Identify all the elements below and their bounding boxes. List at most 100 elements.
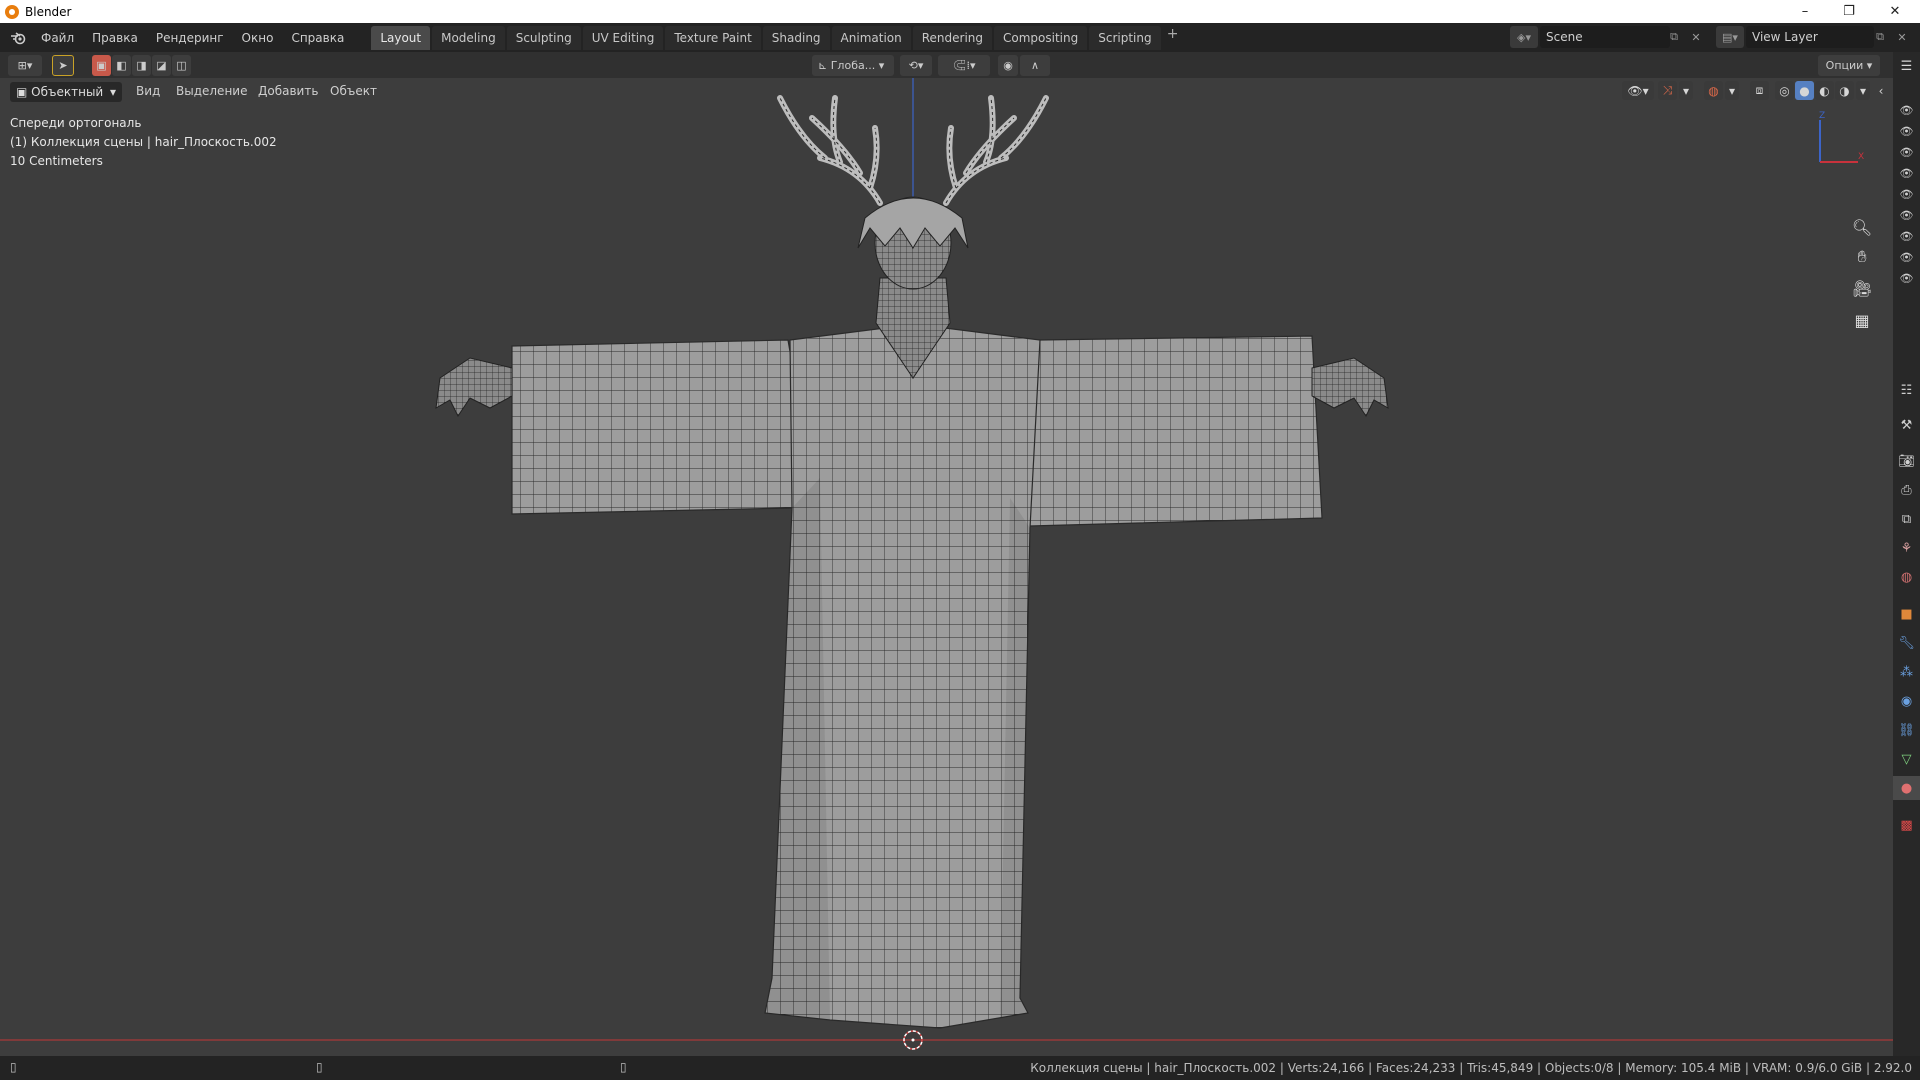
mode-label: Объектный <box>31 85 104 99</box>
visibility-selectability-icon[interactable]: 👁︎▾ <box>1622 81 1654 100</box>
menu-view[interactable]: Вид <box>136 84 160 98</box>
output-properties-icon[interactable]: ⎙ <box>1893 478 1920 502</box>
solid-shading-icon[interactable]: ● <box>1795 81 1814 100</box>
material-properties-icon[interactable]: ● <box>1893 776 1920 800</box>
maximize-button[interactable]: ❐ <box>1826 0 1872 23</box>
tab-shading[interactable]: Shading <box>762 25 830 50</box>
data-properties-icon[interactable]: ▽ <box>1893 747 1920 771</box>
tab-uv-editing[interactable]: UV Editing <box>582 25 664 50</box>
tab-compositing[interactable]: Compositing <box>994 25 1088 50</box>
rendered-shading-icon[interactable]: ◑ <box>1835 81 1854 100</box>
window-titlebar: Blender – ❐ ✕ <box>0 0 1920 23</box>
eye-icon[interactable]: 👁︎ <box>1893 249 1920 265</box>
camera-view-icon[interactable]: 🎥︎ <box>1847 273 1877 303</box>
object-properties-icon[interactable]: ■ <box>1893 602 1920 626</box>
tool-properties-icon[interactable]: ⚒ <box>1893 413 1920 437</box>
close-button[interactable]: ✕ <box>1872 0 1918 23</box>
tab-modeling[interactable]: Modeling <box>432 25 505 50</box>
menu-file[interactable]: Файл <box>32 27 83 49</box>
menu-object[interactable]: Объект <box>330 84 377 98</box>
add-workspace-button[interactable]: + <box>1163 26 1183 50</box>
zoom-icon[interactable]: 🔍︎ <box>1847 212 1877 242</box>
gizmo-z-label: Z <box>1819 111 1825 121</box>
constraint-properties-icon[interactable]: ⛓ <box>1893 718 1920 742</box>
menu-help[interactable]: Справка <box>282 27 353 49</box>
chevron-down-icon: ▾ <box>109 85 116 99</box>
minimize-button[interactable]: – <box>1782 0 1828 23</box>
view-layer-properties-icon[interactable]: ⧉ <box>1893 507 1920 531</box>
menu-window[interactable]: Окно <box>233 27 283 49</box>
outliner-editor-icon[interactable]: ☰ <box>1893 54 1920 78</box>
eye-icon[interactable]: 👁︎ <box>1893 123 1920 139</box>
gizmo-dropdown-icon[interactable]: ▾ <box>1679 81 1693 100</box>
eye-icon[interactable]: 👁︎ <box>1893 270 1920 286</box>
options-dropdown[interactable]: Опции ▾ <box>1818 55 1880 76</box>
scene-browse-icon[interactable]: ◈▾ <box>1510 26 1538 48</box>
select-intersect-icon[interactable]: ◫ <box>172 55 191 76</box>
menu-render[interactable]: Рендеринг <box>147 27 233 49</box>
gizmo-toggle-icon[interactable]: ⤨ <box>1658 81 1677 100</box>
eye-icon[interactable]: 👁︎ <box>1893 165 1920 181</box>
transform-orientation-select[interactable]: ⊾ Глоба... ▾ <box>812 55 894 76</box>
select-new-icon[interactable]: ▣ <box>92 55 111 76</box>
scene-name-field[interactable]: Scene <box>1540 26 1670 48</box>
select-extend-icon[interactable]: ◧ <box>112 55 131 76</box>
menu-add[interactable]: Добавить <box>258 84 318 98</box>
proportional-edit-icon[interactable]: ◉ <box>998 55 1018 76</box>
tab-animation[interactable]: Animation <box>831 25 911 50</box>
eye-icon[interactable]: 👁︎ <box>1893 144 1920 160</box>
scene-delete-icon[interactable]: ✕ <box>1686 26 1706 48</box>
eye-icon[interactable]: 👁︎ <box>1893 207 1920 223</box>
tab-texture-paint[interactable]: Texture Paint <box>665 25 761 50</box>
render-properties-icon[interactable]: 📷︎ <box>1893 449 1920 473</box>
viewport-scene: Z X <box>0 78 1893 1050</box>
eye-icon[interactable]: 👁︎ <box>1893 228 1920 244</box>
eye-icon[interactable]: 👁︎ <box>1893 102 1920 118</box>
tab-layout[interactable]: Layout <box>371 25 431 50</box>
view-layer-name-field[interactable]: View Layer <box>1746 26 1874 48</box>
axis-gizmo[interactable]: Z X <box>1819 111 1864 163</box>
scene-properties-icon[interactable]: ⚘ <box>1893 536 1920 560</box>
select-tool-icon[interactable]: ➤ <box>52 55 74 76</box>
material-preview-icon[interactable]: ◐ <box>1815 81 1834 100</box>
pivot-point-icon[interactable]: ⟲▾ <box>900 55 932 76</box>
blender-logo-icon[interactable] <box>4 27 32 49</box>
mouse-middle-icon: ▯ <box>316 1060 323 1074</box>
eye-icon[interactable]: 👁︎ <box>1893 186 1920 202</box>
snap-settings-icon[interactable]: 🧲︎⁞▾ <box>938 55 990 76</box>
overlays-toggle-icon[interactable]: ◍ <box>1704 81 1723 100</box>
properties-editor-icon[interactable]: ☷ <box>1893 378 1920 402</box>
physics-properties-icon[interactable]: ◉ <box>1893 689 1920 713</box>
scene-new-icon[interactable]: ⧉ <box>1664 26 1684 48</box>
wireframe-shading-icon[interactable]: ◎ <box>1775 81 1794 100</box>
orientation-icon: ⊾ <box>818 59 831 72</box>
tab-scripting[interactable]: Scripting <box>1089 25 1161 50</box>
tab-sculpting[interactable]: Sculpting <box>506 25 581 50</box>
sidebar-toggle-icon[interactable]: ‹ <box>1874 81 1888 100</box>
falloff-icon[interactable]: ∧ <box>1020 55 1050 76</box>
view-layer-new-icon[interactable]: ⧉ <box>1870 26 1890 48</box>
3d-viewport[interactable]: Z X Спереди ортогональ (1) Коллекция сце… <box>0 78 1893 1056</box>
view-layer-delete-icon[interactable]: ✕ <box>1892 26 1912 48</box>
tab-rendering[interactable]: Rendering <box>912 25 993 50</box>
scene-label: Scene <box>1546 30 1583 44</box>
texture-properties-icon[interactable]: ▩ <box>1893 813 1920 837</box>
select-invert-icon[interactable]: ◪ <box>152 55 171 76</box>
mouse-right-icon: ▯ <box>620 1060 627 1074</box>
pan-hand-icon[interactable]: ✋︎ <box>1847 242 1877 272</box>
character-mesh <box>435 95 1389 1029</box>
menu-edit[interactable]: Правка <box>83 27 147 49</box>
xray-toggle-icon[interactable]: ⧈ <box>1750 81 1769 100</box>
modifier-properties-icon[interactable]: 🔧︎ <box>1893 631 1920 655</box>
shading-dropdown-icon[interactable]: ▾ <box>1856 81 1870 100</box>
view-layer-browse-icon[interactable]: ▤▾ <box>1716 26 1744 48</box>
world-properties-icon[interactable]: ◍ <box>1893 565 1920 589</box>
select-subtract-icon[interactable]: ◨ <box>132 55 151 76</box>
object-mode-icon: ▣ <box>16 85 32 99</box>
particle-properties-icon[interactable]: ⁂ <box>1893 660 1920 684</box>
overlays-dropdown-icon[interactable]: ▾ <box>1725 81 1739 100</box>
menu-select[interactable]: Выделение <box>176 84 247 98</box>
editor-type-icon[interactable]: ⊞▾ <box>8 55 42 76</box>
interaction-mode-select[interactable]: ▣ Объектный ▾ <box>10 82 122 102</box>
ortho-grid-icon[interactable]: ▦ <box>1847 305 1877 335</box>
